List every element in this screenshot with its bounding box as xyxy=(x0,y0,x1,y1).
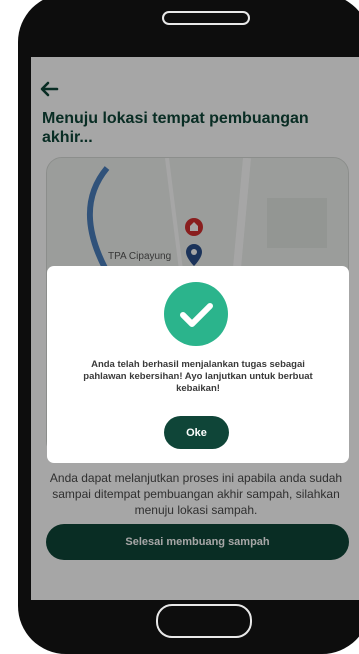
speaker-grille xyxy=(162,11,250,25)
home-button[interactable] xyxy=(156,604,252,638)
success-dialog: Anda telah berhasil menjalankan tugas se… xyxy=(47,266,349,463)
check-circle-icon xyxy=(164,282,228,346)
ok-button[interactable]: Oke xyxy=(164,416,229,449)
success-message: Anda telah berhasil menjalankan tugas se… xyxy=(83,359,313,394)
app-screen: Menuju lokasi tempat pembuangan akhir...… xyxy=(31,57,359,600)
